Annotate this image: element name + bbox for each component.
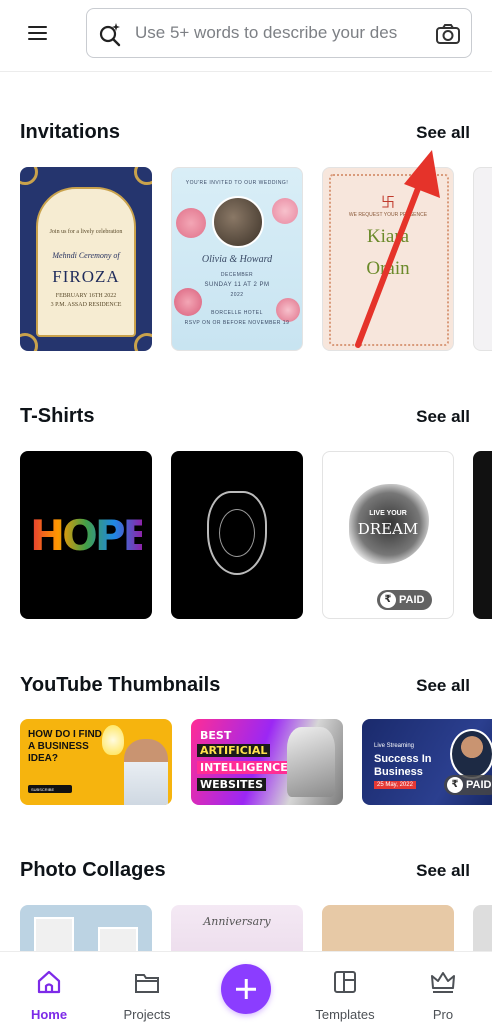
see-all-collages-link[interactable]: See all bbox=[416, 861, 470, 881]
create-design-button[interactable] bbox=[221, 964, 271, 1014]
nav-templates-label: Templates bbox=[315, 1007, 375, 1022]
youtube-template-success-business[interactable]: Live Streaming Success In Business 25 Ma… bbox=[362, 719, 492, 805]
live-your-text: LIVE YOUR bbox=[369, 510, 407, 517]
ornament-decoration bbox=[134, 333, 152, 351]
swastik-icon: 卐 bbox=[381, 194, 395, 210]
nav-home[interactable]: Home bbox=[9, 968, 89, 1022]
invitation-date: FEBRUARY 16TH 2022 bbox=[55, 293, 117, 299]
flower-decoration bbox=[272, 198, 298, 224]
folder-icon bbox=[135, 974, 159, 993]
tshirt-template-dream[interactable]: LIVE YOUR DREAM ₹ PAID bbox=[322, 451, 454, 619]
search-input[interactable]: Use 5+ words to describe your des bbox=[135, 23, 425, 43]
nav-templates[interactable]: Templates bbox=[305, 968, 385, 1022]
invitation-script: Mehndi Ceremony of bbox=[52, 251, 120, 260]
see-all-youtube-link[interactable]: See all bbox=[416, 676, 470, 696]
ornament-decoration bbox=[20, 167, 38, 185]
nav-pro-label: Pro bbox=[432, 1007, 454, 1022]
couple-photo bbox=[212, 196, 264, 248]
top-bar: Use 5+ words to describe your des bbox=[0, 0, 492, 72]
lion-graphic-inner bbox=[219, 509, 255, 557]
paid-badge: ₹ PAID bbox=[377, 590, 433, 610]
invitation-template-partial[interactable] bbox=[473, 167, 492, 351]
section-title-invitations: Invitations bbox=[20, 121, 121, 143]
ornament-decoration bbox=[20, 333, 38, 351]
invitation-venue: 3 P.M. ASSAD RESIDENCE bbox=[50, 302, 122, 308]
thumbnail-headline: HOW DO I FIND A BUSINESS IDEA? bbox=[28, 729, 102, 764]
groom-name: Orain bbox=[366, 258, 410, 279]
couple-names: Olivia & Howard bbox=[201, 254, 273, 265]
invitation-template-firoza[interactable]: Join us for a lively celebration Mehndi … bbox=[20, 167, 152, 351]
invitation-sub: WE REQUEST YOUR PRESENCE bbox=[348, 212, 428, 218]
crown-icon bbox=[431, 972, 455, 993]
thumbnail-small-text: Live Streaming bbox=[374, 743, 415, 749]
wedding-rsvp: RSVP ON OR BEFORE NOVEMBER 19 bbox=[184, 320, 290, 326]
invitation-template-kiara[interactable]: 卐 WE REQUEST YOUR PRESENCE Kiara Orain bbox=[322, 167, 454, 351]
section-title-youtube-thumbnails: YouTube Thumbnails bbox=[20, 674, 221, 696]
menu-icon[interactable] bbox=[28, 22, 50, 44]
rupee-icon: ₹ bbox=[380, 592, 396, 608]
home-icon bbox=[37, 970, 61, 994]
robot-graphic bbox=[287, 727, 335, 797]
rupee-icon: ₹ bbox=[447, 777, 463, 793]
invitation-line: Join us for a lively celebration bbox=[49, 229, 123, 235]
hope-graphic-text: HOPE bbox=[30, 511, 151, 560]
tshirt-template-partial[interactable] bbox=[473, 451, 492, 619]
section-title-photo-collages: Photo Collages bbox=[20, 859, 166, 881]
wedding-month: DECEMBER bbox=[220, 272, 254, 278]
section-title-tshirts: T-Shirts bbox=[20, 405, 95, 427]
dream-text: DREAM bbox=[357, 520, 419, 538]
paid-badge: ₹ PAID bbox=[444, 775, 492, 795]
thumbnail-line: WEBSITES bbox=[197, 778, 266, 791]
tshirt-template-hope[interactable]: HOPE bbox=[20, 451, 152, 619]
thumbnail-title: Success In Business bbox=[374, 753, 432, 778]
thumbnail-line: BEST bbox=[200, 729, 232, 742]
bride-name: Kiara bbox=[366, 226, 410, 247]
camera-icon[interactable] bbox=[435, 22, 461, 46]
youtube-template-business-idea[interactable]: HOW DO I FIND A BUSINESS IDEA? SUBSCRIBE bbox=[20, 719, 172, 805]
thumbnail-line: ARTIFICIAL bbox=[197, 744, 271, 757]
see-all-tshirts-link[interactable]: See all bbox=[416, 407, 470, 427]
flower-decoration bbox=[176, 208, 206, 238]
invitation-frame: Join us for a lively celebration Mehndi … bbox=[36, 187, 136, 337]
magic-search-icon bbox=[99, 23, 121, 47]
wedding-year: 2022 bbox=[230, 292, 244, 298]
templates-icon bbox=[334, 971, 356, 993]
ornament-decoration bbox=[134, 167, 152, 185]
invitation-name: FIROZA bbox=[52, 267, 120, 286]
nav-projects[interactable]: Projects bbox=[107, 968, 187, 1022]
see-all-invitations-link[interactable]: See all bbox=[416, 123, 470, 143]
thumbnail-date: 25 May, 2022 bbox=[374, 781, 416, 789]
collage-title: Anniversary bbox=[203, 915, 271, 928]
person-photo bbox=[124, 739, 168, 805]
tshirt-template-lion[interactable] bbox=[171, 451, 303, 619]
lightbulb-icon bbox=[102, 725, 124, 755]
thumbnail-line: INTELLIGENCE bbox=[197, 761, 291, 774]
nav-home-label: Home bbox=[30, 1007, 68, 1022]
invitation-header: YOU'RE INVITED TO OUR WEDDING! bbox=[185, 180, 289, 186]
person-photo bbox=[450, 729, 492, 779]
nav-pro[interactable]: Pro bbox=[403, 968, 483, 1022]
wedding-venue: BORCELLE HOTEL bbox=[211, 310, 263, 316]
subscribe-graphic: SUBSCRIBE bbox=[28, 785, 72, 793]
invitation-template-wedding[interactable]: YOU'RE INVITED TO OUR WEDDING! Olivia & … bbox=[171, 167, 303, 351]
wedding-day: SUNDAY 11 AT 2 PM bbox=[204, 282, 270, 288]
nav-projects-label: Projects bbox=[123, 1007, 171, 1022]
youtube-template-ai-websites[interactable]: BEST ARTIFICIAL INTELLIGENCE WEBSITES bbox=[191, 719, 343, 805]
search-box[interactable]: Use 5+ words to describe your des bbox=[86, 8, 472, 58]
